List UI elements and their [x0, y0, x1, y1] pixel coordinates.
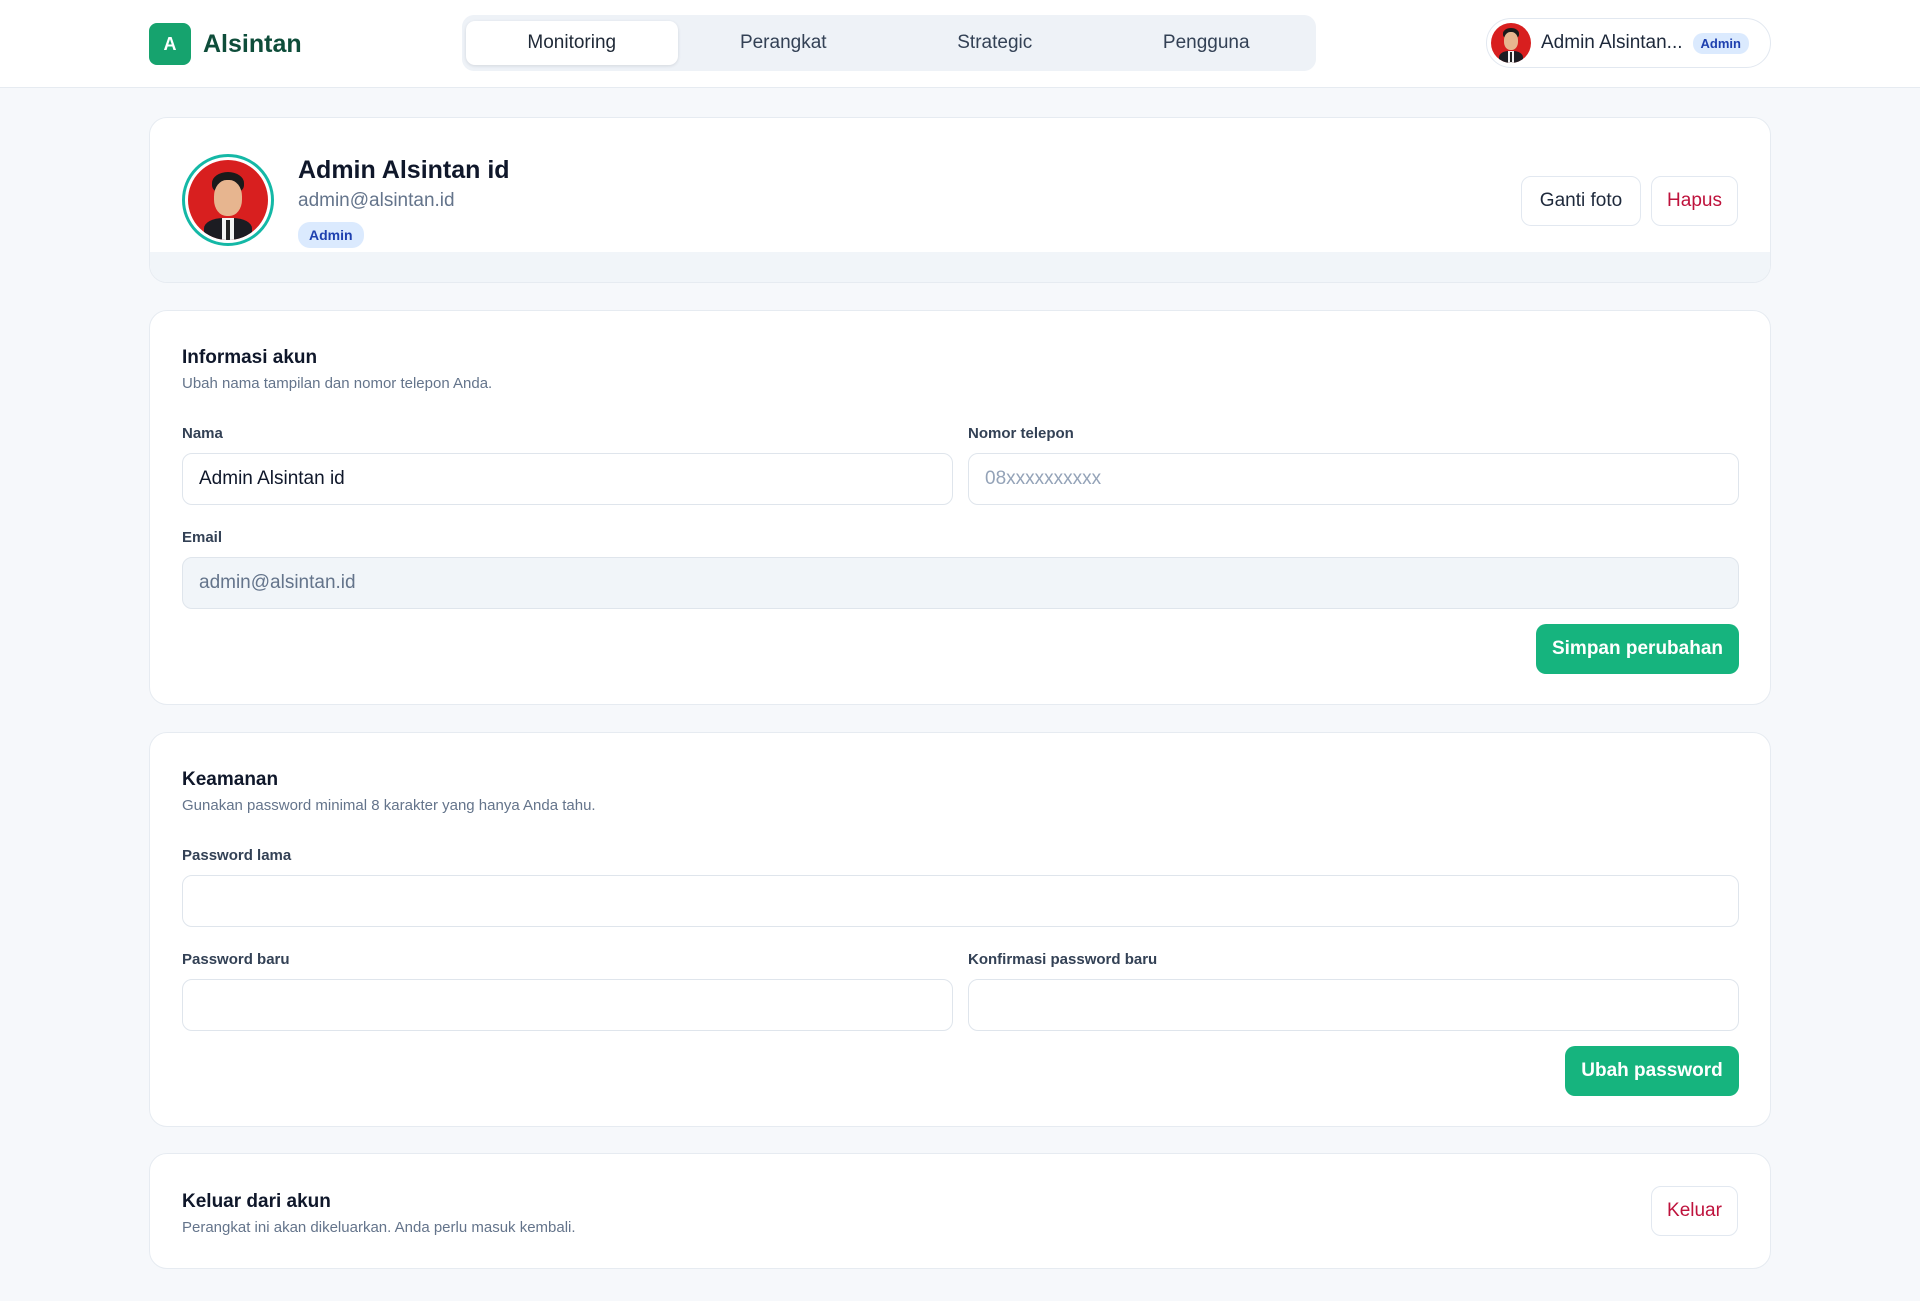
role-badge: Admin [1692, 32, 1749, 54]
avatar [1491, 23, 1531, 63]
delete-photo-button[interactable]: Hapus [1651, 176, 1738, 226]
name-label: Nama [182, 425, 223, 442]
confirm-password-label: Konfirmasi password baru [968, 951, 1158, 968]
top-navigation-bar: A Alsintan Monitoring Perangkat Strategi… [0, 0, 1920, 88]
security-card: Keamanan Gunakan password minimal 8 kara… [149, 732, 1771, 1127]
confirm-password-input[interactable] [968, 979, 1739, 1031]
profile-card: Admin Alsintan id admin@alsintan.id Admi… [149, 117, 1771, 283]
tab-perangkat[interactable]: Perangkat [678, 21, 890, 65]
section-subtitle: Ubah nama tampilan dan nomor telepon And… [182, 375, 493, 392]
tab-monitoring[interactable]: Monitoring [466, 21, 678, 65]
section-subtitle: Perangkat ini akan dikeluarkan. Anda per… [182, 1219, 576, 1236]
phone-label: Nomor telepon [968, 425, 1074, 442]
new-password-input[interactable] [182, 979, 953, 1031]
main-tabs: Monitoring Perangkat Strategic Pengguna [462, 15, 1316, 71]
profile-avatar [182, 154, 274, 246]
user-menu[interactable]: Admin Alsintan... Admin [1486, 18, 1771, 68]
tab-pengguna[interactable]: Pengguna [1101, 21, 1313, 65]
change-password-button[interactable]: Ubah password [1565, 1046, 1739, 1096]
section-subtitle: Gunakan password minimal 8 karakter yang… [182, 797, 596, 814]
avatar-photo [1491, 23, 1531, 63]
section-title: Informasi akun [182, 347, 318, 368]
profile-card-footer-strip [150, 252, 1770, 282]
save-changes-button[interactable]: Simpan perubahan [1536, 624, 1739, 674]
account-info-card: Informasi akun Ubah nama tampilan dan no… [149, 310, 1771, 705]
phone-input[interactable]: 08xxxxxxxxxx [968, 453, 1739, 505]
old-password-label: Password lama [182, 847, 292, 864]
brand-logo: A [149, 23, 191, 65]
brand[interactable]: A Alsintan [149, 23, 302, 65]
brand-name: Alsintan [203, 29, 302, 58]
tab-strategic[interactable]: Strategic [889, 21, 1101, 65]
logout-button[interactable]: Keluar [1651, 1186, 1738, 1236]
old-password-input[interactable] [182, 875, 1739, 927]
avatar-photo [188, 160, 268, 240]
logout-card: Keluar dari akun Perangkat ini akan dike… [149, 1153, 1771, 1269]
new-password-label: Password baru [182, 951, 290, 968]
profile-name: Admin Alsintan id [298, 156, 510, 184]
profile-email: admin@alsintan.id [298, 190, 455, 211]
user-name: Admin Alsintan... [1541, 32, 1683, 53]
name-input[interactable]: Admin Alsintan id [182, 453, 953, 505]
profile-role-badge: Admin [298, 222, 364, 248]
email-label: Email [182, 529, 223, 546]
section-title: Keluar dari akun [182, 1191, 331, 1212]
change-photo-button[interactable]: Ganti foto [1521, 176, 1641, 226]
section-title: Keamanan [182, 769, 279, 790]
email-field: admin@alsintan.id [182, 557, 1739, 609]
